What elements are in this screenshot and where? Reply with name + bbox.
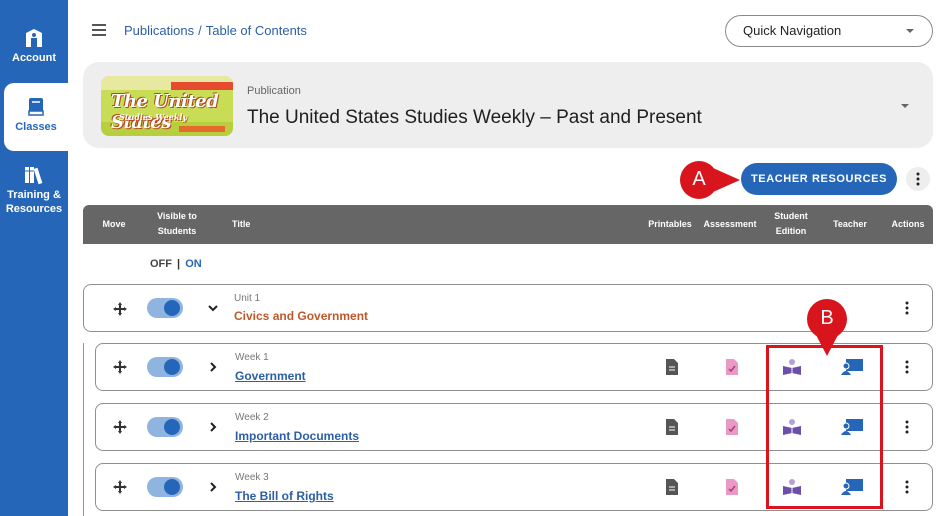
publication-title: The United States Studies Weekly – Past … bbox=[247, 107, 702, 128]
app: Account Classes Training & Resources Pub… bbox=[0, 0, 947, 516]
move-icon[interactable] bbox=[112, 359, 128, 375]
breadcrumb-table-of-contents: Table of Contents bbox=[205, 23, 307, 38]
training-icon bbox=[25, 167, 43, 185]
week-title-link[interactable]: Important Documents bbox=[235, 429, 359, 443]
header-visible-to-students: Visible to Students bbox=[157, 211, 197, 236]
header-printables: Printables bbox=[648, 219, 692, 229]
quick-navigation-label: Quick Navigation bbox=[743, 23, 842, 38]
chevron-down-icon[interactable] bbox=[207, 302, 219, 314]
visibility-toggle[interactable] bbox=[147, 357, 183, 377]
week-title-link[interactable]: Government bbox=[235, 369, 306, 383]
publication-selector[interactable]: The United States Studies Weekly Publica… bbox=[83, 62, 933, 148]
teacher-resources-button[interactable]: TEACHER RESOURCES bbox=[741, 163, 897, 195]
header-assessment: Assessment bbox=[703, 219, 757, 229]
menu-icon[interactable] bbox=[92, 24, 106, 38]
move-icon[interactable] bbox=[112, 301, 128, 317]
quick-navigation-select[interactable]: Quick Navigation bbox=[725, 15, 933, 47]
chevron-down-icon bbox=[901, 104, 909, 108]
callout-a-label: A bbox=[692, 168, 706, 190]
callout-b: B bbox=[805, 295, 849, 357]
header-move: Move bbox=[102, 219, 126, 229]
breadcrumb-publications[interactable]: Publications bbox=[124, 23, 194, 38]
chevron-right-icon[interactable] bbox=[208, 421, 218, 433]
callout-a: A bbox=[675, 160, 741, 204]
table-header: Move Visible to Students Title Printable… bbox=[83, 205, 933, 244]
chevron-right-icon[interactable] bbox=[208, 361, 218, 373]
week-title-link[interactable]: The Bill of Rights bbox=[235, 489, 334, 503]
printables-icon[interactable] bbox=[665, 478, 679, 496]
hierarchy-line bbox=[83, 343, 84, 516]
thumbnail-logo-sub: Studies Weekly bbox=[119, 112, 188, 122]
header-student-edition: Student Edition bbox=[774, 211, 808, 236]
breadcrumb-separator: / bbox=[198, 23, 202, 38]
more-options-icon[interactable] bbox=[897, 298, 917, 318]
more-options-icon[interactable] bbox=[897, 417, 917, 437]
callout-b-label: B bbox=[820, 307, 834, 329]
week-label: Week 3 bbox=[235, 472, 269, 483]
chevron-right-icon[interactable] bbox=[208, 481, 218, 493]
assessment-icon[interactable] bbox=[725, 478, 739, 496]
visibility-legend: OFF | ON bbox=[150, 258, 202, 270]
chevron-down-icon bbox=[906, 29, 914, 33]
unit-label: Unit 1 bbox=[234, 293, 261, 304]
publication-label: Publication bbox=[247, 85, 301, 97]
assessment-icon[interactable] bbox=[725, 418, 739, 436]
sidebar-item-training-resources[interactable]: Training & Resources bbox=[0, 165, 68, 216]
visibility-toggle[interactable] bbox=[147, 298, 183, 318]
callout-b-highlight bbox=[766, 345, 883, 509]
account-icon bbox=[26, 29, 42, 47]
visibility-toggle[interactable] bbox=[147, 477, 183, 497]
on-label: ON bbox=[185, 258, 202, 270]
assessment-icon[interactable] bbox=[725, 358, 739, 376]
printables-icon[interactable] bbox=[665, 418, 679, 436]
week-label: Week 1 bbox=[235, 352, 269, 363]
more-options-icon[interactable] bbox=[897, 357, 917, 377]
sidebar-item-label: Classes bbox=[15, 121, 57, 133]
move-icon[interactable] bbox=[112, 479, 128, 495]
unit-title: Civics and Government bbox=[234, 309, 369, 323]
off-label: OFF bbox=[150, 258, 172, 270]
header-actions: Actions bbox=[891, 219, 925, 229]
classes-icon bbox=[28, 98, 44, 116]
visibility-toggle[interactable] bbox=[147, 417, 183, 437]
week-label: Week 2 bbox=[235, 412, 269, 423]
printables-icon[interactable] bbox=[665, 358, 679, 376]
more-options-icon[interactable] bbox=[906, 167, 930, 191]
sidebar-item-label: Account bbox=[12, 52, 56, 64]
sidebar: Account Classes Training & Resources bbox=[0, 0, 68, 516]
more-options-icon[interactable] bbox=[897, 477, 917, 497]
header-teacher: Teacher bbox=[833, 219, 867, 229]
sidebar-item-account[interactable]: Account bbox=[0, 28, 68, 65]
publication-thumbnail: The United States Studies Weekly bbox=[101, 76, 233, 136]
move-icon[interactable] bbox=[112, 419, 128, 435]
header-title: Title bbox=[232, 219, 251, 229]
sidebar-item-classes[interactable]: Classes bbox=[4, 83, 68, 151]
sidebar-item-label: Training & Resources bbox=[5, 189, 63, 215]
breadcrumb: Publications / Table of Contents bbox=[124, 23, 307, 38]
